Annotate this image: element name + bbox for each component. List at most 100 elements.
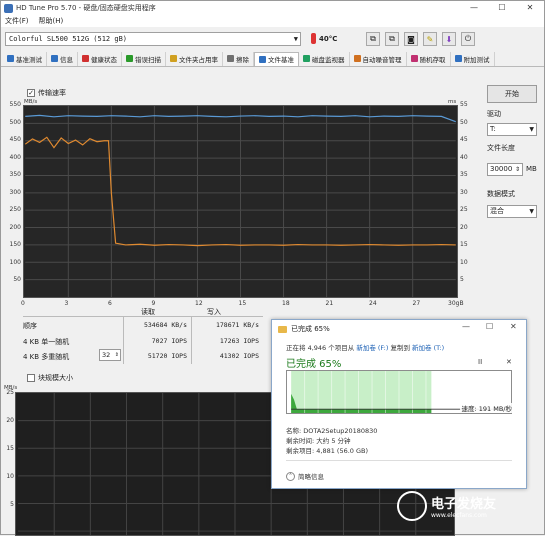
- details-label: 简略信息: [298, 473, 324, 481]
- queue-depth-input[interactable]: 32 ⇕: [99, 349, 121, 361]
- file-length-input[interactable]: 30000 ⇕: [487, 163, 523, 176]
- data-mode-value: 混合: [490, 207, 504, 215]
- copy-source-link[interactable]: 新加卷 (F:): [356, 344, 388, 352]
- tab-random-access[interactable]: 随机存取: [407, 51, 451, 66]
- data-mode-select[interactable]: 混合 ▼: [487, 205, 537, 218]
- tab-extra-tests[interactable]: 附加测试: [451, 51, 495, 66]
- stop-button[interactable]: ✕: [506, 358, 512, 366]
- maximize-button[interactable]: ☐: [488, 1, 516, 15]
- random-single-read: 7027 IOPS: [151, 337, 187, 345]
- file-length-label: 文件长度: [487, 144, 515, 152]
- tab-label: 健康状态: [91, 55, 117, 64]
- tab-info[interactable]: 信息: [47, 51, 78, 66]
- monitor-icon: [303, 55, 310, 62]
- file-name-line: 名称: DOTA2Setup20180830: [286, 427, 378, 435]
- watermark-url: www.elecfans.com: [431, 512, 487, 519]
- drive-bar: Colorful SL500 512G (512 gB) ▼ 40°C ⧉ ⧉ …: [1, 29, 544, 49]
- copy-dialog-title-bar: 已完成 65%: [278, 324, 330, 334]
- start-button[interactable]: 开始: [487, 85, 537, 103]
- y-tick-left: 400: [9, 153, 21, 161]
- app-window: HD Tune Pro 5.70 - 硬盘/固态硬盘实用程序 — ☐ ✕ 文件(…: [0, 0, 545, 536]
- copy-all-button[interactable]: ⧉: [385, 32, 399, 46]
- tab-noise[interactable]: 自动噪音管理: [350, 51, 407, 66]
- y-tick-right: 10: [460, 258, 468, 266]
- random-multi-read: 51720 IOPS: [147, 352, 187, 360]
- remaining-items: 剩余项目: 4,881 (56.0 GB): [286, 447, 369, 455]
- copy-all-icon: ⧉: [389, 34, 395, 43]
- tab-benchmark[interactable]: 基准测试: [3, 51, 47, 66]
- x-tick: 6: [108, 300, 112, 307]
- close-button[interactable]: ✕: [510, 322, 517, 331]
- y-tick-left: 50: [13, 276, 21, 284]
- block-size-toggle[interactable]: 块规模大小: [27, 373, 73, 383]
- tab-health[interactable]: 健康状态: [78, 51, 122, 66]
- block-y-tick: 10: [6, 473, 14, 480]
- minimize-button[interactable]: —: [460, 1, 488, 15]
- block-size-label: 块规模大小: [38, 374, 73, 382]
- spinner-icon[interactable]: ⇕: [515, 164, 520, 175]
- copy-info-button[interactable]: ⧉: [366, 32, 380, 46]
- chevron-down-icon: ▼: [529, 208, 534, 215]
- tab-label: 错误扫描: [135, 55, 161, 64]
- folder-icon: [278, 325, 287, 333]
- y-tick-left: 450: [9, 136, 21, 144]
- y-tick-right: 50: [460, 118, 468, 126]
- tab-erase[interactable]: 擦除: [223, 51, 254, 66]
- random-multi-write: 41302 IOPS: [219, 352, 259, 360]
- drive-letter-select[interactable]: T: ▼: [487, 123, 537, 136]
- block-y-tick: 15: [6, 445, 14, 452]
- options-button[interactable]: ✎: [423, 32, 437, 46]
- menu-file[interactable]: 文件(F): [5, 16, 29, 26]
- temperature-value: 40°C: [319, 34, 338, 43]
- x-tick: 27: [412, 300, 421, 307]
- tab-scan[interactable]: 错误扫描: [122, 51, 166, 66]
- transfer-speed: 速度: 191 MB/秒: [459, 403, 514, 413]
- y-tick-right: 35: [460, 171, 468, 179]
- copy-status-middle: 复制到: [390, 344, 410, 352]
- transfer-rate-toggle[interactable]: ✓ 传输速率: [27, 88, 66, 98]
- extra-tests-icon: [454, 55, 462, 62]
- details-toggle[interactable]: ⌃ 简略信息: [286, 471, 324, 481]
- screenshot-button[interactable]: ◙: [404, 32, 418, 46]
- queue-depth-value: 32: [102, 351, 111, 359]
- menu-help[interactable]: 帮助(H): [39, 16, 64, 26]
- elecfans-logo: [397, 491, 427, 521]
- tab-folder-usage[interactable]: 文件夹占用率: [166, 51, 223, 66]
- y-tick-left: 150: [9, 241, 21, 249]
- copy-dest-link[interactable]: 新加卷 (T:): [412, 344, 444, 352]
- sequential-label: 顺序: [23, 322, 37, 330]
- x-tick: 3: [64, 300, 69, 307]
- options-icon: ✎: [426, 34, 434, 44]
- tab-label: 自动噪音管理: [362, 55, 402, 64]
- exit-button[interactable]: ⏻: [461, 32, 475, 46]
- transfer-rate-checkbox[interactable]: ✓: [27, 89, 35, 97]
- y-tick-left: 350: [9, 171, 21, 179]
- y-tick-right: 45: [460, 136, 468, 144]
- divider: [286, 460, 512, 461]
- title-bar: HD Tune Pro 5.70 - 硬盘/固态硬盘实用程序 — ☐ ✕: [1, 1, 544, 15]
- maximize-button[interactable]: ☐: [486, 322, 493, 331]
- transfer-rate-label: 传输速率: [38, 89, 66, 97]
- health-icon: [82, 55, 89, 62]
- watermark-text: 电子发烧友: [431, 497, 497, 512]
- x-tick: 9: [151, 300, 156, 307]
- tab-label: 信息: [60, 55, 73, 64]
- drive-select[interactable]: Colorful SL500 512G (512 gB) ▼: [5, 32, 301, 46]
- x-tick: 18: [282, 300, 290, 307]
- drive-letter-value: T:: [490, 125, 496, 133]
- sequential-read: 534684 KB/s: [143, 321, 187, 329]
- save-button[interactable]: ⬇: [442, 32, 456, 46]
- block-size-checkbox[interactable]: [27, 374, 35, 382]
- thermometer-icon: [311, 33, 316, 44]
- download-icon: ⬇: [445, 34, 453, 44]
- minimize-button[interactable]: —: [462, 322, 470, 331]
- tab-monitor[interactable]: 磁盘监视器: [299, 51, 350, 66]
- close-button[interactable]: ✕: [516, 1, 544, 15]
- spinner-icon[interactable]: ⇕: [115, 350, 119, 360]
- progress-percent: 已完成 65%: [286, 359, 342, 370]
- tab-file-benchmark[interactable]: 文件基准: [254, 51, 299, 66]
- random-single-write: 17263 IOPS: [219, 337, 259, 345]
- pause-button[interactable]: II: [478, 358, 482, 366]
- random-access-icon: [410, 55, 418, 62]
- y-tick-right: 40: [460, 153, 468, 161]
